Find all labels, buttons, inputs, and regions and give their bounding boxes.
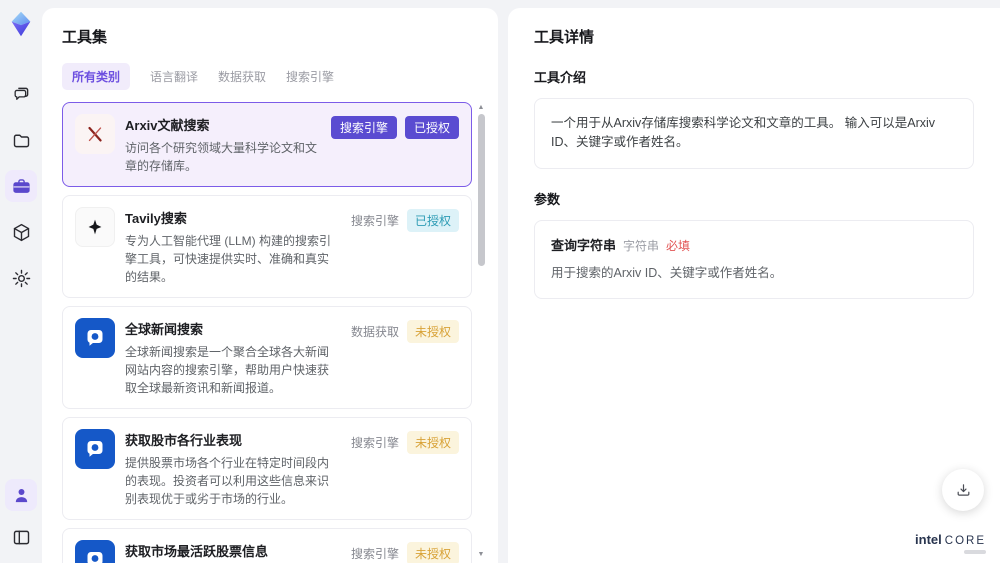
download-button[interactable] [942,469,984,511]
tool-category-tag: 搜索引擎 [350,436,399,450]
tool-status-badge: 未授权 [406,542,459,563]
rail-nav [5,78,37,294]
tool-detail-panel: 工具详情 工具介绍 一个用于从Arxiv存储库搜索科学论文和文章的工具。 输入可… [508,8,1000,563]
tool-name: 获取股市各行业表现 [125,433,243,448]
tool-tags: 搜索引擎 未授权 [351,540,459,563]
param-desc: 用于搜索的Arxiv ID、关键字或作者姓名。 [551,265,783,280]
param-card: 查询字符串 字符串 必填 用于搜索的Arxiv ID、关键字或作者姓名。 [534,219,974,300]
param-type: 字符串 [623,238,660,253]
tool-name: 全球新闻搜索 [125,322,204,337]
tool-tags: 搜索引擎 已授权 [330,114,459,139]
param-required-flag: 必填 [666,238,691,253]
rail-bottom [5,479,37,553]
sparkle-icon [75,207,115,247]
scroll-down-arrow[interactable]: ▼ [476,551,486,559]
page-title: 工具集 [62,29,108,46]
category-tabs: 所有类别 语言翻译 数据获取 搜索引擎 [62,63,488,90]
tool-category-tag: 搜索引擎 [330,116,397,139]
tool-body: 全球新闻搜索 全球新闻搜索是一个聚合全球各大新闻网站内容的搜索引擎，帮助用户快速… [125,318,341,397]
download-icon [957,483,969,496]
intro-heading: 工具介绍 [534,70,587,85]
tool-desc: 提供股票市场各个行业在特定时间段内的表现。投资者可以利用这些信息来识别表现优于或… [125,456,330,506]
nav-settings-gear-icon[interactable] [5,262,37,294]
core-wordmark: CORE [944,535,986,547]
user-profile-icon[interactable] [5,479,37,511]
stock-app-icon [75,540,115,563]
intro-text: 一个用于从Arxiv存储库搜索科学论文和文章的工具。 输入可以是Arxiv ID… [551,116,936,150]
tool-status-badge: 未授权 [406,320,459,343]
tool-body: 获取股市各行业表现 提供股票市场各个行业在特定时间段内的表现。投资者可以利用这些… [125,429,341,508]
tool-body: Arxiv文献搜索 访问各个研究领域大量科学论文和文章的存储库。 [125,114,321,175]
tool-card-stock-sectors[interactable]: 获取股市各行业表现 提供股票市场各个行业在特定时间段内的表现。投资者可以利用这些… [62,417,472,520]
scroll-up-arrow[interactable]: ▲ [476,104,486,112]
tool-name: 获取市场最活跃股票信息 [125,544,269,559]
collapse-panel-icon[interactable] [5,521,37,553]
left-rail [0,0,42,563]
tool-name: Tavily搜索 [125,211,187,226]
list-scrollbar[interactable]: ▲ ▼ [476,102,486,563]
nav-toolbox-icon[interactable] [5,170,37,202]
nav-chat-icon[interactable] [5,78,37,110]
detail-title: 工具详情 [534,29,595,46]
tool-desc: 访问各个研究领域大量科学论文和文章的存储库。 [125,141,318,173]
tab-all-categories[interactable]: 所有类别 [62,63,131,90]
intel-logo-subbadge [964,550,986,554]
intel-wordmark: intel [915,532,942,547]
app-logo-icon [7,10,35,38]
arxiv-logo-icon [75,114,115,154]
params-heading: 参数 [534,191,561,207]
intro-card: 一个用于从Arxiv存储库搜索科学论文和文章的工具。 输入可以是Arxiv ID… [534,98,974,169]
tool-desc: 全球新闻搜索是一个聚合全球各大新闻网站内容的搜索引擎，帮助用户快速获取全球最新资… [125,345,330,395]
tool-tags: 数据获取 未授权 [351,318,459,343]
tab-search-engine[interactable]: 搜索引擎 [286,63,334,90]
tool-body: 获取市场最活跃股票信息 提供当天交易量最高的股票列表，投资者可以利用这些信息来识… [125,540,341,563]
tool-status-badge: 未授权 [406,431,459,454]
tool-status-badge: 已授权 [404,116,459,139]
app-window: 工具集 所有类别 语言翻译 数据获取 搜索引擎 Arxiv文献搜索 访问各个研究… [0,0,1000,563]
tool-tags: 搜索引擎 未授权 [351,429,459,454]
tool-desc: 专为人工智能代理 (LLM) 构建的搜索引擎工具，可快速提供实时、准确和真实的结… [125,234,332,284]
tool-name: Arxiv文献搜索 [125,118,210,133]
tool-category-tag: 搜索引擎 [350,214,399,228]
tab-data-fetch[interactable]: 数据获取 [218,63,266,90]
nav-folder-icon[interactable] [5,124,37,156]
tool-tags: 搜索引擎 已授权 [351,207,459,232]
tab-language-translation[interactable]: 语言翻译 [150,63,198,90]
tool-list: Arxiv文献搜索 访问各个研究领域大量科学论文和文章的存储库。 搜索引擎 已授… [62,102,488,563]
tool-category-tag: 搜索引擎 [350,547,399,561]
tools-panel: 工具集 所有类别 语言翻译 数据获取 搜索引擎 Arxiv文献搜索 访问各个研究… [42,8,498,563]
tool-category-tag: 数据获取 [350,325,399,339]
news-app-icon [75,318,115,358]
intel-core-logo: intel CORE [915,532,986,547]
param-header: 查询字符串 字符串 必填 [551,236,957,256]
tool-card-tavily[interactable]: Tavily搜索 专为人工智能代理 (LLM) 构建的搜索引擎工具，可快速提供实… [62,195,472,298]
nav-cube-icon[interactable] [5,216,37,248]
tool-card-active-stocks[interactable]: 获取市场最活跃股票信息 提供当天交易量最高的股票列表，投资者可以利用这些信息来识… [62,528,472,563]
param-name: 查询字符串 [551,237,617,253]
tool-card-global-news[interactable]: 全球新闻搜索 全球新闻搜索是一个聚合全球各大新闻网站内容的搜索引擎，帮助用户快速… [62,306,472,409]
tool-body: Tavily搜索 专为人工智能代理 (LLM) 构建的搜索引擎工具，可快速提供实… [125,207,341,286]
stock-app-icon [75,429,115,469]
scrollbar-thumb[interactable] [478,114,485,266]
tool-card-arxiv[interactable]: Arxiv文献搜索 访问各个研究领域大量科学论文和文章的存储库。 搜索引擎 已授… [62,102,472,187]
tool-status-badge: 已授权 [406,209,459,232]
